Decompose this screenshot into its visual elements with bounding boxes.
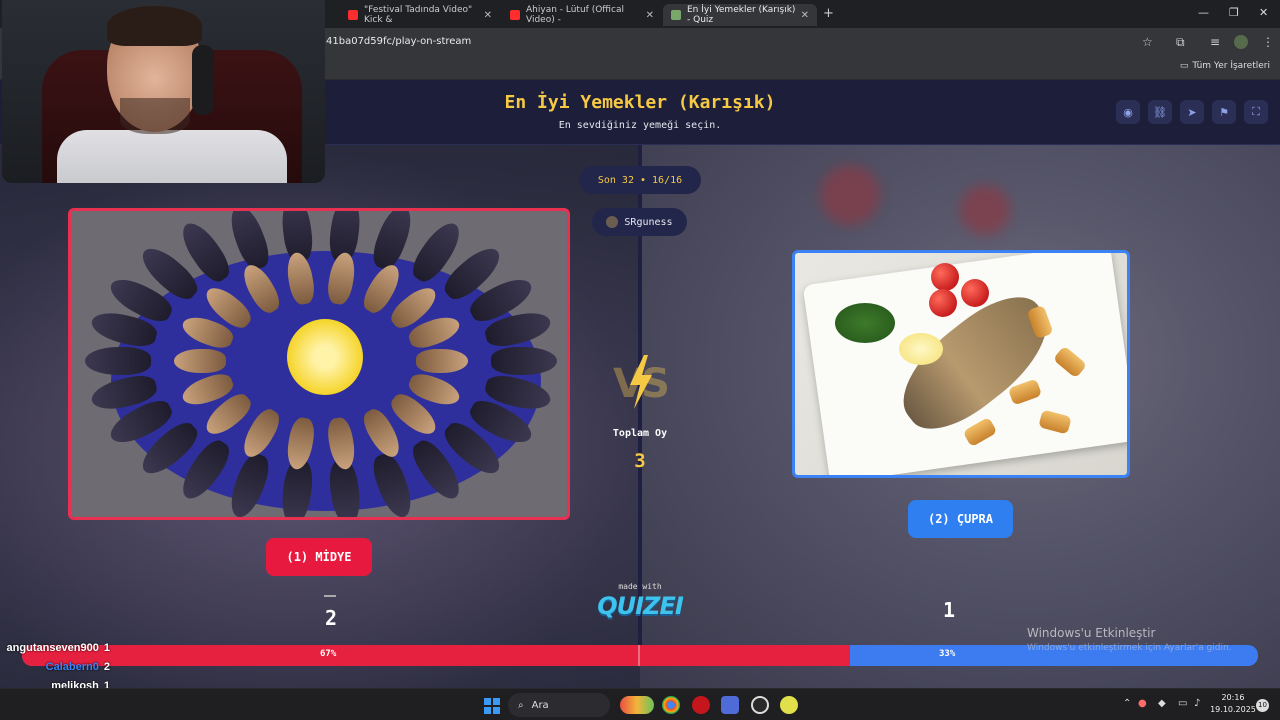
bg-tomato <box>820 165 880 225</box>
mussel-shell <box>224 211 274 273</box>
parsley <box>835 303 895 343</box>
media-icon[interactable]: ≡ <box>1210 35 1220 49</box>
youtube-icon <box>348 10 358 20</box>
minimize-icon[interactable]: — <box>1198 6 1209 19</box>
choose-right-button[interactable]: (2) ÇUPRA <box>908 500 1013 538</box>
notification-badge[interactable]: 10 <box>1256 699 1269 712</box>
tab-label: En İyi Yemekler (Karışık) - Quiz <box>687 5 796 25</box>
chat-username: angutanseven900 <box>6 642 99 654</box>
right-percent: 33% <box>939 649 956 659</box>
link-icon[interactable]: ⛓ <box>1148 100 1172 124</box>
left-vote-count: 2 <box>324 606 338 630</box>
option-image-right[interactable] <box>792 250 1130 478</box>
clock-date: 19.10.2025 <box>1210 705 1256 714</box>
chrome-icon[interactable] <box>662 696 680 714</box>
fullscreen-icon[interactable]: ⛶ <box>1244 100 1268 124</box>
taskbar-search[interactable]: ⌕ Ara <box>508 693 610 717</box>
mussel-shell <box>85 347 151 375</box>
youtube-icon <box>510 10 520 20</box>
activation-watermark-title: Windows'u Etkinleştir <box>1027 626 1156 640</box>
volume-icon[interactable]: ♪ <box>1194 698 1200 709</box>
user-avatar <box>606 216 619 228</box>
profile-avatar[interactable] <box>1234 35 1248 49</box>
choose-left-button[interactable]: (1) MİDYE <box>266 538 372 576</box>
url-text[interactable]: 41ba07d59fc/play-on-stream <box>326 36 471 47</box>
webcam-overlay <box>2 0 325 183</box>
tab-ahiyan-video[interactable]: Ahiyan - Lütuf (Offical Video) - ✕ <box>502 4 662 26</box>
flag-icon[interactable]: ⚑ <box>1212 100 1236 124</box>
chat-line: Calabern0 2 <box>0 661 110 673</box>
tray-app-icon[interactable]: ◆ <box>1158 698 1166 709</box>
bookmarks-label: Tüm Yer İşaretleri <box>1192 61 1270 71</box>
search-label: Ara <box>531 699 549 711</box>
chat-username: Calabern0 <box>45 661 99 673</box>
new-tab-button[interactable]: + <box>823 6 834 21</box>
bar-center-marker <box>638 645 640 666</box>
chat-count: 2 <box>103 661 110 673</box>
app-blue-icon[interactable] <box>721 696 739 714</box>
obs-icon[interactable] <box>751 696 769 714</box>
tray-app-icon[interactable]: ● <box>1138 698 1147 709</box>
lemon <box>287 319 363 395</box>
headphones-icon <box>192 45 214 115</box>
streamer-hair <box>107 6 202 46</box>
tab-label: Ahiyan - Lütuf (Offical Video) - <box>526 5 624 25</box>
left-percent: 67% <box>320 649 337 659</box>
restore-icon[interactable]: ❐ <box>1229 6 1239 19</box>
clock-time: 20:16 <box>1221 693 1245 702</box>
chat-count: 1 <box>103 642 110 654</box>
left-vote-fill <box>22 645 851 666</box>
app-yellow-icon[interactable] <box>780 696 798 714</box>
mussel-shell <box>174 349 226 373</box>
lemon-slice <box>899 333 943 365</box>
user-badge: SRguness <box>592 208 687 236</box>
quizei-logo[interactable]: QUIZEI <box>580 592 700 620</box>
mussel-shell <box>491 347 557 375</box>
lightning-icon <box>630 355 652 409</box>
tomato <box>931 263 959 291</box>
mussel-shell <box>416 349 468 373</box>
eye-icon[interactable]: ◉ <box>1116 100 1140 124</box>
vs-icon: VS <box>608 355 672 415</box>
tray-chevron-icon[interactable]: ⌃ <box>1123 698 1131 709</box>
streamer-shirt <box>57 130 287 183</box>
bg-tomato <box>960 185 1010 235</box>
widgets-icon[interactable] <box>620 696 654 714</box>
close-tab-icon[interactable]: ✕ <box>484 10 492 21</box>
send-icon[interactable]: ➤ <box>1180 100 1204 124</box>
windows-start-icon[interactable] <box>484 698 500 714</box>
tomato <box>961 279 989 307</box>
activation-watermark-text: Windows'u etkinleştirmek için Ayarlar'a … <box>1027 643 1232 653</box>
option-image-left[interactable] <box>68 208 570 520</box>
close-window-icon[interactable]: ✕ <box>1259 6 1268 19</box>
network-icon[interactable]: ▭ <box>1178 698 1187 709</box>
star-icon[interactable]: ☆ <box>1142 35 1153 49</box>
search-icon: ⌕ <box>518 699 524 711</box>
tomato <box>929 289 957 317</box>
total-votes-label: Toplam Oy <box>612 428 668 439</box>
vote-separator <box>324 595 336 597</box>
menu-icon[interactable]: ⋮ <box>1262 35 1274 49</box>
total-votes-value: 3 <box>634 450 646 472</box>
extensions-icon[interactable]: ⧉ <box>1176 35 1185 50</box>
app-red-icon[interactable] <box>692 696 710 714</box>
chat-line: angutanseven900 1 <box>0 642 110 654</box>
tab-quiz[interactable]: En İyi Yemekler (Karışık) - Quiz ✕ <box>663 4 817 26</box>
round-indicator: Son 32 • 16/16 <box>579 166 701 194</box>
taskbar-clock[interactable]: 20:16 19.10.2025 <box>1210 692 1256 716</box>
folder-icon: ▭ <box>1179 61 1189 71</box>
quiz-favicon-icon <box>671 10 681 20</box>
right-vote-count: 1 <box>942 598 956 622</box>
streamer-beard <box>120 98 190 134</box>
user-name: SRguness <box>624 216 673 228</box>
tab-label: "Festival Tadında Video" Kick & <box>364 5 473 25</box>
close-tab-icon[interactable]: ✕ <box>646 10 654 21</box>
made-with-label: made with <box>618 582 662 591</box>
tab-festival-video[interactable]: "Festival Tadında Video" Kick & ✕ <box>340 4 500 26</box>
close-tab-icon[interactable]: ✕ <box>801 10 809 21</box>
windows-taskbar: ⌕ Ara ⌃ ● ◆ ▭ ♪ 20:16 19.10.2025 10 <box>0 688 1280 720</box>
all-bookmarks[interactable]: ▭ Tüm Yer İşaretleri <box>1180 61 1270 71</box>
